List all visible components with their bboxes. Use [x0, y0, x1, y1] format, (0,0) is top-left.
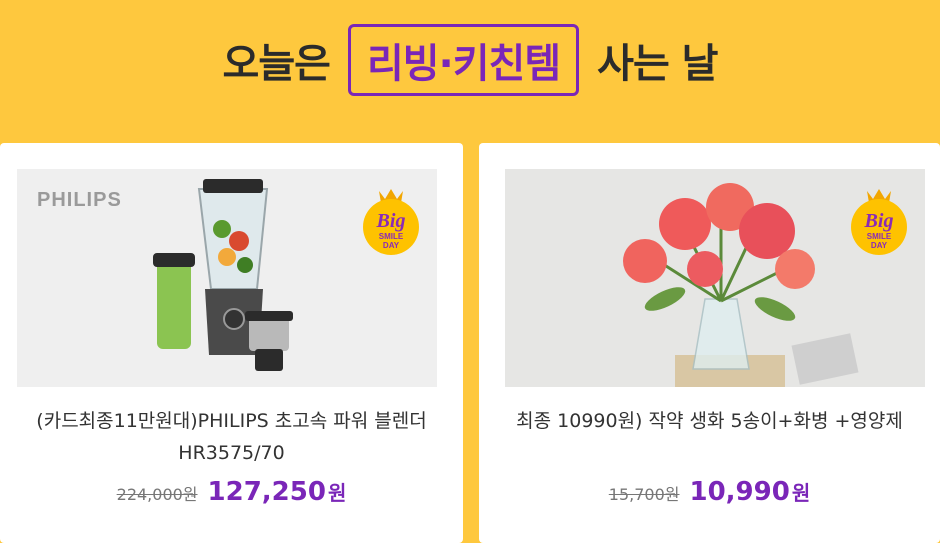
sale-price-value: 127,250: [207, 477, 326, 507]
badge-line3: DAY: [871, 241, 888, 250]
original-price: 224,000원: [116, 485, 198, 504]
sale-price: 10,990 원: [689, 477, 810, 507]
badge-line2: SMILE: [379, 232, 404, 241]
badge-line1: Big: [376, 210, 406, 232]
product-title[interactable]: 최종 10990원) 작약 생화 5송이+화병 +영양제: [499, 405, 920, 437]
badge-line2: SMILE: [867, 232, 892, 241]
sale-price: 127,250 원: [208, 477, 347, 507]
promo-banner: 오늘은 리빙·키친템 사는 날: [0, 0, 940, 120]
product-title[interactable]: (카드최종11만원대)PHILIPS 초고속 파워 블렌더 HR3575/70: [20, 405, 443, 469]
banner-prefix: 오늘은: [222, 41, 331, 87]
product-card-blender[interactable]: PHILIPS Big SMILE DAY (카드최종11만원대)PHILIPS…: [0, 143, 463, 543]
product-image-peony[interactable]: Big SMILE DAY: [505, 169, 925, 387]
big-smile-day-badge: Big SMILE DAY: [363, 189, 419, 255]
product-card-peony[interactable]: Big SMILE DAY 최종 10990원) 작약 생화 5송이+화병 +영…: [479, 143, 940, 543]
sale-price-currency: 원: [791, 481, 811, 505]
brand-logo: PHILIPS: [37, 189, 122, 211]
sale-price-currency: 원: [327, 481, 347, 505]
sale-price-value: 10,990: [689, 477, 790, 507]
price-row: 224,000원 127,250 원: [0, 477, 463, 507]
original-price: 15,700원: [608, 485, 680, 504]
big-smile-day-badge: Big SMILE DAY: [851, 189, 907, 255]
banner-suffix: 사는 날: [597, 41, 718, 87]
banner-highlight: 리빙·키친템: [347, 24, 580, 96]
product-image-blender[interactable]: PHILIPS Big SMILE DAY: [17, 169, 437, 387]
badge-line1: Big: [864, 210, 894, 232]
price-row: 15,700원 10,990 원: [479, 477, 940, 507]
badge-line3: DAY: [383, 241, 400, 250]
